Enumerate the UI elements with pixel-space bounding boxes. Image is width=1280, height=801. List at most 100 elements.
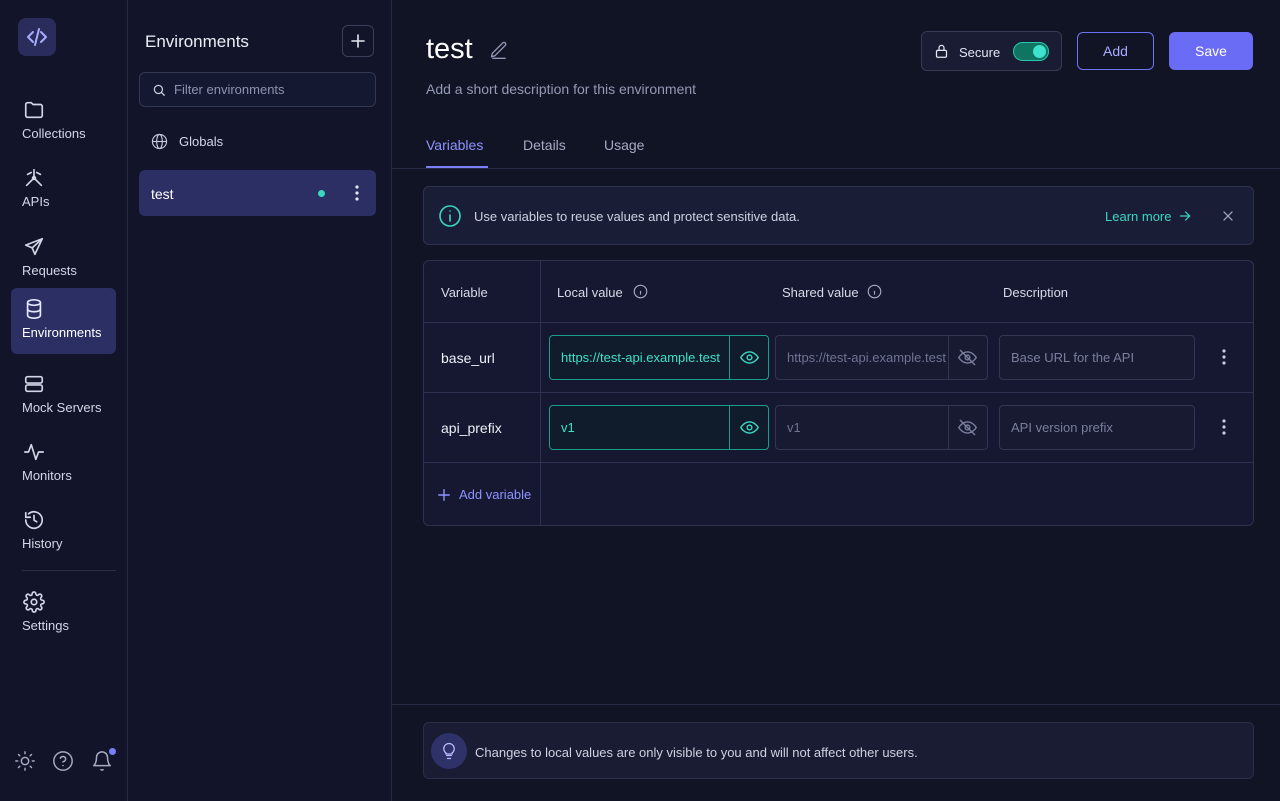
description-value[interactable]: API version prefix <box>1011 420 1113 435</box>
lightbulb-icon <box>431 733 467 769</box>
history-icon <box>24 511 44 530</box>
globals-item[interactable]: Globals <box>139 124 376 158</box>
rail-item-mock-servers[interactable]: Mock Servers <box>11 363 116 429</box>
notification-badge <box>109 748 116 755</box>
rail-item-settings[interactable]: Settings <box>11 581 116 647</box>
column-divider <box>540 261 541 525</box>
info-icon[interactable] <box>633 284 648 299</box>
add-variable-label: Add variable <box>459 487 532 502</box>
eye-icon[interactable] <box>740 348 759 367</box>
variables-table: Variable Local value Shared value Descri… <box>423 260 1254 526</box>
shared-value-field[interactable]: v1 <box>775 405 988 450</box>
rail-item-monitors[interactable]: Monitors <box>11 431 116 497</box>
tab-details[interactable]: Details <box>523 137 566 153</box>
app-logo-icon[interactable] <box>18 18 56 56</box>
rail-item-collections[interactable]: Collections <box>11 89 116 155</box>
plus-icon <box>351 34 365 48</box>
header-shared-value: Shared value <box>782 285 859 300</box>
local-value-field[interactable]: https://test-api.example.test <box>549 335 769 380</box>
rail-item-history[interactable]: History <box>11 499 116 565</box>
info-banner: Use variables to reuse values and protec… <box>423 186 1254 245</box>
rail-item-label: APIs <box>22 194 50 209</box>
help-icon[interactable] <box>52 750 74 772</box>
rail-item-label: Settings <box>22 618 69 633</box>
database-icon <box>26 299 42 319</box>
plus-icon <box>438 489 450 501</box>
server-icon <box>24 375 44 393</box>
save-button[interactable]: Save <box>1169 32 1253 70</box>
left-rail: Collections APIs Requests Environments M… <box>0 0 128 801</box>
filter-environments-field[interactable] <box>139 72 376 107</box>
description-field[interactable]: Base URL for the API <box>999 335 1195 380</box>
tabs-divider <box>392 168 1280 169</box>
add-button[interactable]: Add <box>1077 32 1154 70</box>
add-environment-button[interactable] <box>342 25 374 57</box>
description-field[interactable]: API version prefix <box>999 405 1195 450</box>
field-divider <box>948 406 949 449</box>
globe-icon <box>151 133 168 150</box>
header-variable: Variable <box>441 285 488 300</box>
apis-icon <box>25 168 43 187</box>
local-value-field[interactable]: v1 <box>549 405 769 450</box>
field-divider <box>729 406 730 449</box>
shared-value-field[interactable]: https://test-api.example.test <box>775 335 988 380</box>
secure-toggle[interactable] <box>1013 42 1049 61</box>
eye-icon[interactable] <box>740 418 759 437</box>
rail-item-label: Mock Servers <box>22 400 102 415</box>
search-icon <box>153 84 165 96</box>
toggle-knob <box>1033 45 1046 58</box>
tip-text: Changes to local values are only visible… <box>475 745 918 760</box>
shared-value[interactable]: v1 <box>787 420 948 435</box>
variable-name[interactable]: api_prefix <box>441 420 502 436</box>
pencil-icon[interactable] <box>489 40 509 60</box>
globals-label: Globals <box>179 134 224 149</box>
secure-label: Secure <box>959 45 1001 60</box>
more-vertical-icon[interactable] <box>1214 417 1234 437</box>
info-icon[interactable] <box>867 284 882 299</box>
rail-item-requests[interactable]: Requests <box>11 226 116 292</box>
local-value[interactable]: v1 <box>561 420 728 435</box>
folder-icon <box>24 101 44 119</box>
row-divider <box>424 322 1253 323</box>
filter-environments-input[interactable] <box>174 73 369 106</box>
variable-name[interactable]: base_url <box>441 350 495 366</box>
environment-item-test[interactable]: test <box>139 170 376 216</box>
tip-banner: Changes to local values are only visible… <box>423 722 1254 779</box>
rail-item-apis[interactable]: APIs <box>11 157 116 223</box>
close-icon[interactable] <box>1221 209 1235 223</box>
arrow-right-icon[interactable] <box>1178 209 1192 223</box>
pulse-icon <box>24 443 44 461</box>
learn-more-link[interactable]: Learn more <box>1105 209 1171 224</box>
banner-text: Use variables to reuse values and protec… <box>474 209 800 224</box>
unsaved-indicator <box>318 190 325 197</box>
panel-title: Environments <box>145 32 249 51</box>
rail-item-environments[interactable]: Environments <box>11 288 116 354</box>
header-description: Description <box>1003 285 1069 300</box>
environments-panel: Environments Globals test <box>128 0 392 801</box>
rail-item-label: Environments <box>22 325 102 340</box>
row-divider <box>424 462 1253 463</box>
eye-off-icon[interactable] <box>958 418 977 437</box>
rail-item-label: Collections <box>22 126 86 141</box>
header-local-value: Local value <box>557 285 623 300</box>
theme-sun-icon[interactable] <box>14 750 36 772</box>
description-placeholder[interactable]: Add a short description for this environ… <box>426 81 696 97</box>
rail-divider <box>22 570 116 571</box>
info-icon <box>439 205 461 227</box>
environment-title: test <box>426 33 473 65</box>
send-icon <box>24 237 44 256</box>
local-value[interactable]: https://test-api.example.test <box>561 350 728 365</box>
description-value[interactable]: Base URL for the API <box>1011 350 1134 365</box>
tab-usage[interactable]: Usage <box>604 137 644 153</box>
more-vertical-icon[interactable] <box>1214 347 1234 367</box>
rail-item-label: Monitors <box>22 468 72 483</box>
more-vertical-icon[interactable] <box>347 183 367 203</box>
rail-item-label: Requests <box>22 263 77 278</box>
secure-toggle-box[interactable]: Secure <box>921 31 1062 71</box>
field-divider <box>948 336 949 379</box>
eye-off-icon[interactable] <box>958 348 977 367</box>
lock-icon <box>935 44 948 58</box>
shared-value[interactable]: https://test-api.example.test <box>787 350 948 365</box>
tab-variables[interactable]: Variables <box>426 137 483 153</box>
environment-name: test <box>151 186 174 202</box>
